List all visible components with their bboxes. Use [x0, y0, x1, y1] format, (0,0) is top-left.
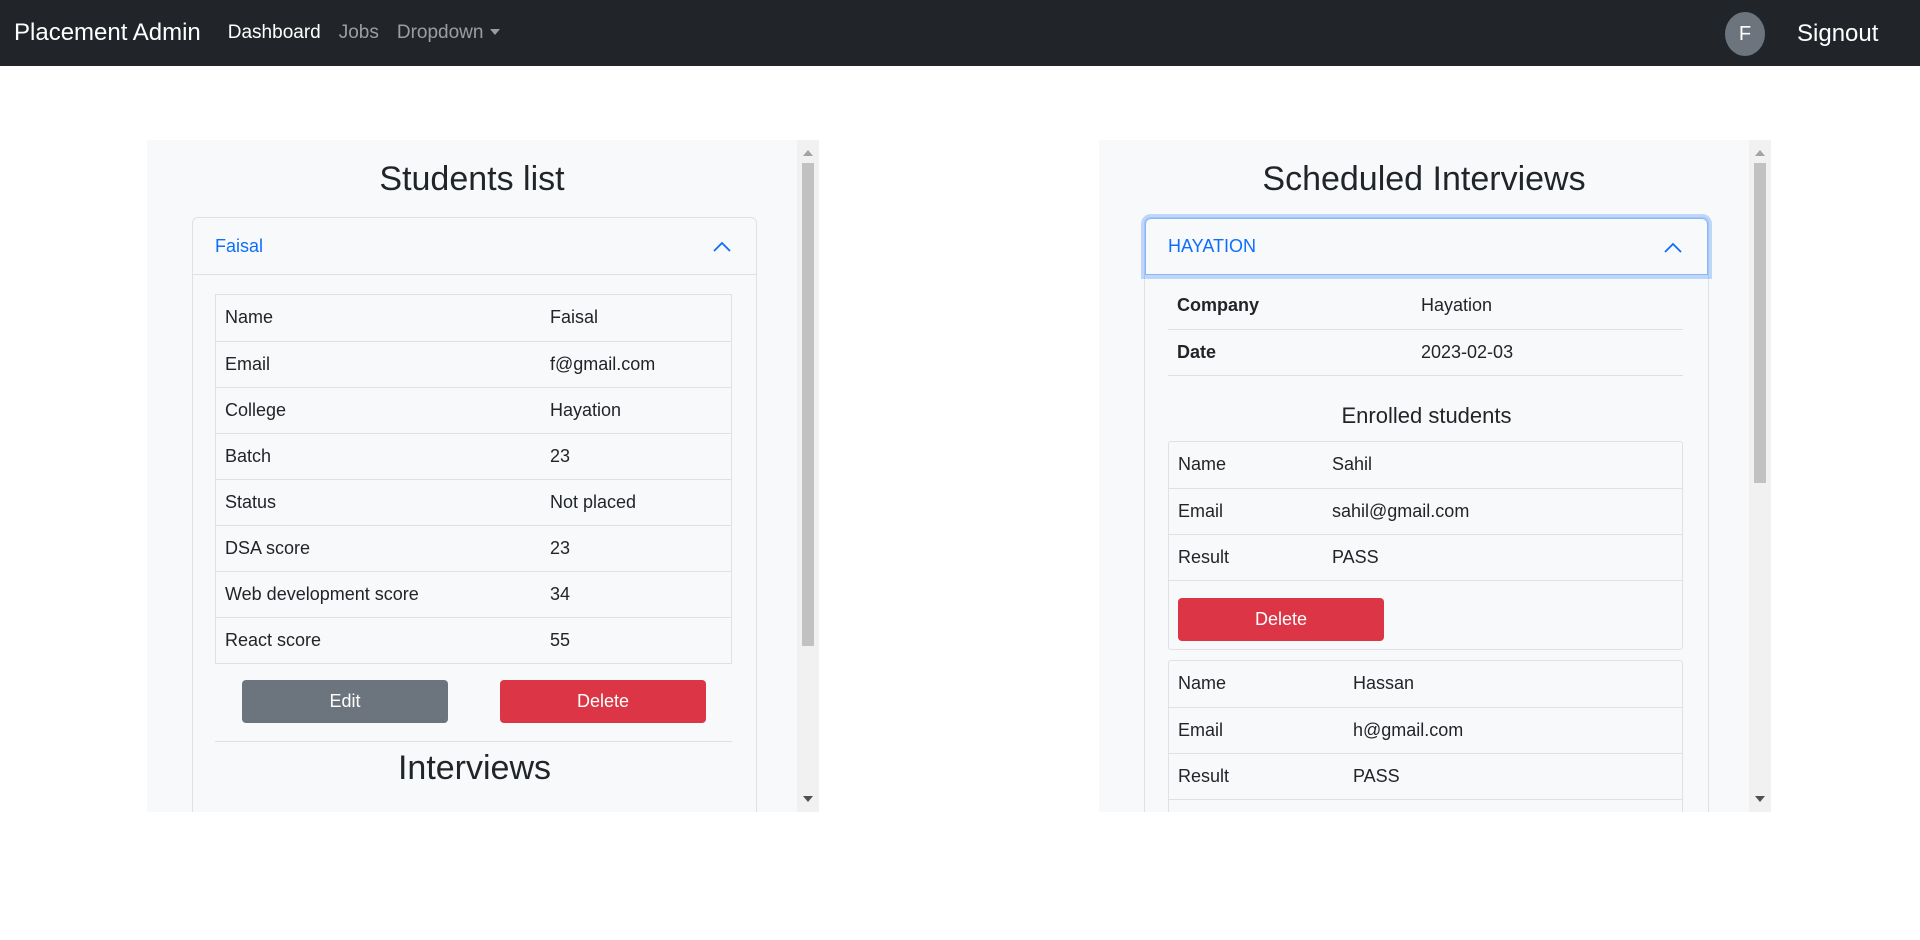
edit-button[interactable]: Edit — [242, 680, 448, 723]
delete-button[interactable]: Delete — [500, 680, 706, 723]
table-row: Date 2023-02-03 — [1168, 329, 1683, 376]
table-row: Email sahil@gmail.com — [1169, 488, 1682, 535]
interview-accordion-header[interactable]: HAYATION — [1145, 218, 1708, 275]
table-row: Result PASS — [1169, 534, 1682, 581]
detail-value: 55 — [550, 629, 571, 650]
divider — [215, 741, 732, 742]
result-value: PASS — [1323, 534, 1682, 581]
chevron-up-icon — [713, 241, 731, 252]
detail-label: Web development score — [216, 571, 541, 618]
table-row: Name Faisal — [216, 295, 731, 342]
nav-dropdown-label: Dropdown — [396, 22, 484, 43]
interview-accordion: HAYATION Company Hayation Date 2023-02-0… — [1144, 217, 1709, 812]
detail-value: Hayation — [541, 387, 731, 434]
table-row: Email f@gmail.com — [216, 341, 731, 388]
student-accordion-header[interactable]: Faisal — [193, 218, 756, 275]
table-row: React score 55 — [216, 617, 731, 663]
interviews-panel: Scheduled Interviews HAYATION Company Ha… — [1099, 140, 1771, 812]
name-value: Hassan — [1344, 661, 1682, 708]
students-title: Students list — [379, 160, 565, 198]
students-panel: Students list Faisal Name Faisal Email f@gm… — [147, 140, 819, 812]
enrolled-student-table: Name Sahil Email sahil@gmail.com Result … — [1169, 442, 1682, 581]
nav-link-jobs[interactable]: Jobs — [339, 22, 379, 44]
nav-link-dashboard[interactable]: Dashboard — [228, 22, 321, 44]
detail-value: 23 — [541, 433, 731, 480]
scroll-thumb[interactable] — [1754, 163, 1766, 483]
name-label: Name — [1169, 442, 1323, 489]
table-row: Result PASS — [1169, 753, 1682, 800]
navbar: Placement Admin Dashboard Jobs Dropdown … — [0, 0, 1920, 66]
table-row: DSA score 23 — [216, 525, 731, 572]
detail-label: React score — [225, 629, 322, 650]
interviews-title: Interviews — [397, 749, 552, 787]
detail-label: DSA score — [216, 525, 541, 572]
student-accordion-label: Faisal — [215, 235, 264, 256]
email-label: Email — [1169, 707, 1344, 754]
enrolled-student-table: Name Hassan Email h@gmail.com Result PAS… — [1169, 661, 1682, 800]
company-label: Company — [1168, 283, 1412, 330]
detail-value: f@gmail.com — [541, 341, 731, 388]
scroll-thumb[interactable] — [802, 163, 814, 646]
interview-accordion-label: HAYATION — [1168, 236, 1257, 256]
interviews-panel-content: Scheduled Interviews HAYATION Company Ha… — [1099, 140, 1749, 812]
enrolled-student-card: Name Sahil Email sahil@gmail.com Result … — [1168, 441, 1683, 650]
caret-down-icon — [490, 29, 501, 35]
detail-label: Name — [216, 295, 541, 342]
table-row: Status Not placed — [216, 479, 731, 526]
result-label: Result — [1169, 534, 1323, 581]
result-value: PASS — [1344, 753, 1682, 800]
detail-value: Not placed — [541, 479, 731, 526]
nav-dropdown[interactable]: Dropdown — [397, 22, 501, 44]
detail-label: Batch — [216, 433, 541, 480]
result-label: Result — [1169, 753, 1344, 800]
table-row: Email h@gmail.com — [1169, 707, 1682, 754]
table-row: Batch 23 — [216, 433, 731, 480]
enrolled-student-card: Name Hassan Email h@gmail.com Result PAS… — [1168, 660, 1683, 812]
table-row: Name Sahil — [1169, 442, 1682, 489]
detail-value: 23 — [541, 525, 731, 572]
email-value: sahil@gmail.com — [1323, 488, 1682, 535]
table-row: Name Hassan — [1169, 661, 1682, 708]
student-details: Name Faisal Email f@gmail.com College Hayatio… — [216, 295, 731, 663]
scroll-down-icon[interactable] — [1755, 796, 1765, 802]
scroll-up-icon[interactable] — [803, 150, 813, 156]
scroll-up-icon[interactable] — [1755, 150, 1765, 156]
detail-label: College — [216, 387, 541, 434]
detail-value: Faisal — [541, 295, 731, 342]
company-value: Hayation — [1412, 283, 1683, 330]
name-value: Sahil — [1323, 442, 1682, 489]
table-row: Company Hayation — [1168, 283, 1683, 330]
table-row: College Hayation — [216, 387, 731, 434]
email-label: Email — [1169, 488, 1323, 535]
chevron-up-icon — [1664, 242, 1682, 253]
student-details-table: Name Faisal Email f@gmail.com College Hayatio… — [215, 294, 732, 664]
delete-enrolled-button[interactable]: Delete — [1178, 598, 1384, 641]
enrolled-title: Enrolled students — [1341, 403, 1512, 428]
interviews-panel-title: Scheduled Interviews — [1262, 160, 1586, 198]
signout-link[interactable]: Signout — [1797, 20, 1878, 48]
detail-label: Status — [216, 479, 541, 526]
detail-label: Email — [216, 341, 541, 388]
detail-value: 34 — [541, 571, 731, 618]
brand[interactable]: Placement Admin — [14, 19, 201, 47]
interviews-scrollbar[interactable] — [1749, 140, 1771, 812]
email-value: h@gmail.com — [1344, 707, 1682, 754]
interview-info: Company Hayation Date 2023-02-03 — [1168, 283, 1683, 376]
name-label: Name — [1169, 661, 1344, 708]
date-value: 2023-02-03 — [1412, 329, 1683, 376]
students-scrollbar[interactable] — [797, 140, 819, 812]
table-row: Web development score 34 — [216, 571, 731, 618]
avatar[interactable]: F — [1725, 12, 1765, 56]
students-panel-content: Students list Faisal Name Faisal Email f@gm… — [147, 140, 797, 812]
scroll-down-icon[interactable] — [803, 796, 813, 802]
date-label: Date — [1168, 329, 1412, 376]
student-accordion: Faisal Name Faisal Email f@gmail.com College… — [192, 217, 757, 812]
